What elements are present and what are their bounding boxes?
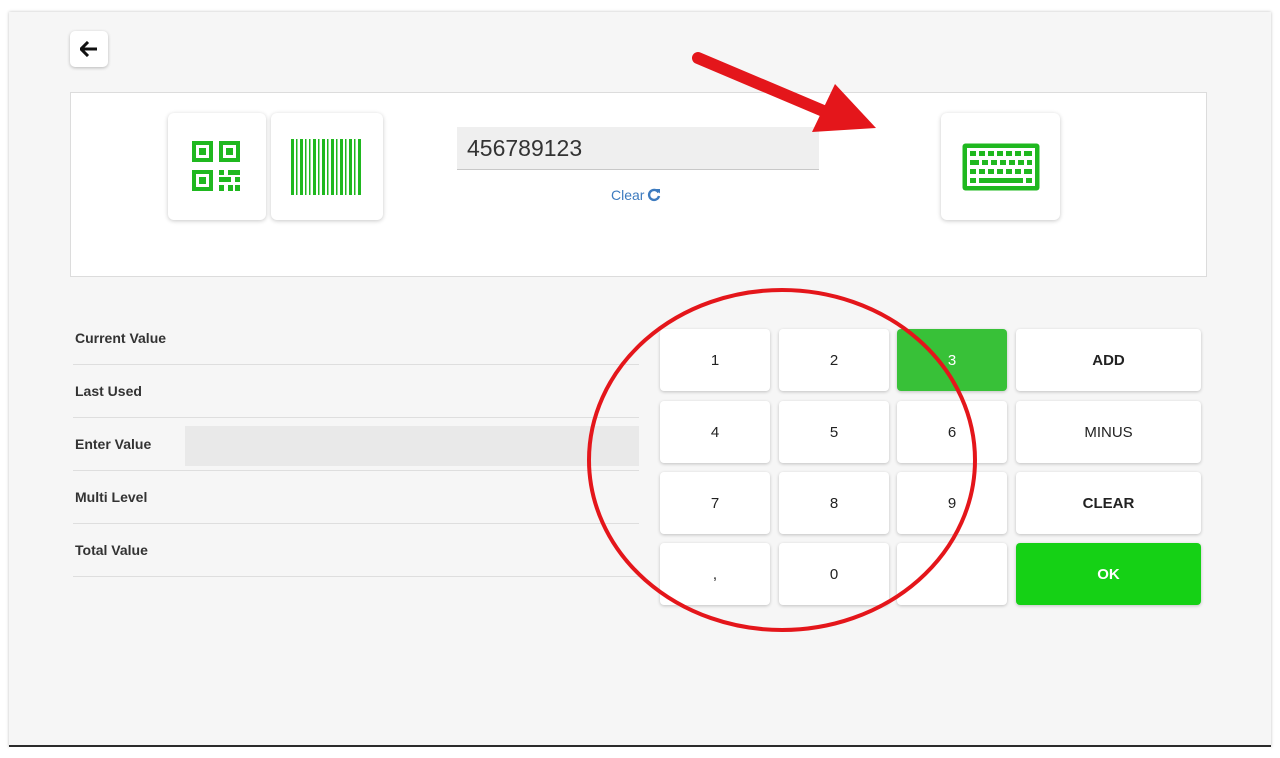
bottom-bar	[9, 745, 1271, 758]
key-8[interactable]: 8	[779, 472, 889, 534]
current-value-row: Current Value	[73, 312, 639, 365]
enter-value-label: Enter Value	[75, 436, 152, 452]
enter-value-input[interactable]	[185, 426, 639, 466]
add-button[interactable]: ADD	[1016, 329, 1201, 391]
key-7[interactable]: 7	[660, 472, 770, 534]
arrow-left-icon	[80, 41, 97, 57]
keyboard-input-button[interactable]	[941, 113, 1060, 220]
current-value-label: Current Value	[75, 330, 167, 346]
last-used-label: Last Used	[75, 383, 142, 399]
key-2[interactable]: 2	[779, 329, 889, 391]
clear-button[interactable]: CLEAR	[1016, 472, 1201, 534]
total-value-row: Total Value	[73, 524, 639, 577]
last-used-row: Last Used	[73, 365, 639, 418]
key-3[interactable]: 3	[897, 329, 1007, 391]
ok-button[interactable]: OK	[1016, 543, 1201, 605]
minus-button[interactable]: MINUS	[1016, 401, 1201, 463]
key-comma[interactable]: ,	[660, 543, 770, 605]
key-5[interactable]: 5	[779, 401, 889, 463]
key-0[interactable]: 0	[779, 543, 889, 605]
barcode-scan-button[interactable]	[271, 113, 383, 220]
clear-link-label: Clear	[611, 187, 645, 203]
key-blank[interactable]	[897, 543, 1007, 605]
key-4[interactable]: 4	[660, 401, 770, 463]
multi-level-row: Multi Level	[73, 471, 639, 524]
clear-link[interactable]: Clear	[611, 185, 661, 205]
back-button[interactable]	[70, 31, 108, 67]
qr-code-icon	[192, 140, 240, 191]
key-9[interactable]: 9	[897, 472, 1007, 534]
keyboard-icon	[962, 143, 1039, 190]
multi-level-label: Multi Level	[75, 489, 148, 505]
total-value-label: Total Value	[75, 542, 148, 558]
enter-value-row: Enter Value	[73, 418, 639, 471]
key-1[interactable]: 1	[660, 329, 770, 391]
barcode-icon	[291, 138, 361, 195]
qr-scan-button[interactable]	[168, 113, 266, 220]
key-6[interactable]: 6	[897, 401, 1007, 463]
scan-value-input[interactable]	[457, 127, 819, 170]
refresh-icon	[648, 188, 661, 202]
